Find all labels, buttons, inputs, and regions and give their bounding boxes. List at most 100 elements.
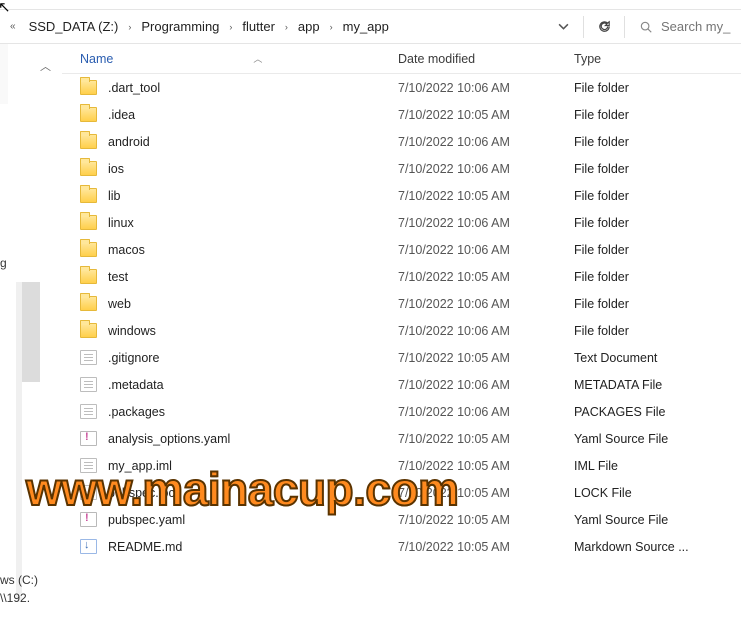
- file-row[interactable]: .gitignore7/10/2022 10:05 AMText Documen…: [80, 344, 741, 371]
- folder-icon: [80, 215, 97, 230]
- file-type: PACKAGES File: [574, 405, 734, 419]
- folder-icon: [80, 134, 97, 149]
- folder-icon: [80, 323, 97, 338]
- file-row[interactable]: windows 7/10/2022 10:06 AMFile folder: [80, 317, 741, 344]
- file-date: 7/10/2022 10:06 AM: [398, 405, 574, 419]
- file-type: File folder: [574, 216, 734, 230]
- file-date: 7/10/2022 10:05 AM: [398, 108, 574, 122]
- column-header-type[interactable]: Type: [574, 52, 734, 66]
- file-row[interactable]: analysis_options.yaml 7/10/2022 10:05 AMY…: [80, 425, 741, 452]
- search-icon: [639, 20, 653, 34]
- file-type: File folder: [574, 108, 734, 122]
- file-row[interactable]: .metadata7/10/2022 10:06 AMMETADATA File: [80, 371, 741, 398]
- lock-file-icon: [80, 485, 97, 500]
- file-date: 7/10/2022 10:05 AM: [398, 270, 574, 284]
- file-date: 7/10/2022 10:05 AM: [398, 432, 574, 446]
- nav-sliver: [0, 44, 8, 104]
- collapse-icon[interactable]: ︿: [40, 58, 51, 74]
- sort-indicator-icon: ︿: [253, 52, 262, 65]
- folder-icon: [80, 269, 97, 284]
- search-input[interactable]: [661, 19, 731, 34]
- file-row[interactable]: .dart_tool7/10/2022 10:06 AMFile folder: [80, 74, 741, 101]
- separator: [624, 16, 625, 38]
- file-row[interactable]: linux7/10/2022 10:06 AMFile folder: [80, 209, 741, 236]
- file-type: File folder: [574, 81, 734, 95]
- file-name: ios: [108, 162, 124, 176]
- nav-drive-fragment[interactable]: ws (C:): [0, 573, 38, 587]
- file-type: Markdown Source ...: [574, 540, 734, 554]
- breadcrumb-item[interactable]: flutter: [238, 15, 279, 38]
- column-header-name[interactable]: Name ︿: [80, 52, 398, 66]
- file-name: test: [108, 270, 128, 284]
- file-type: File folder: [574, 324, 734, 338]
- file-type: Yaml Source File: [574, 432, 734, 446]
- text-file-icon: [80, 377, 97, 392]
- file-name: android: [108, 135, 150, 149]
- breadcrumb-item[interactable]: my_app: [339, 15, 393, 38]
- file-row[interactable]: .packages7/10/2022 10:06 AMPACKAGES File: [80, 398, 741, 425]
- file-row[interactable]: macos7/10/2022 10:06 AMFile folder: [80, 236, 741, 263]
- address-dropdown-button[interactable]: [549, 13, 577, 41]
- file-date: 7/10/2022 10:05 AM: [398, 540, 574, 554]
- file-date: 7/10/2022 10:05 AM: [398, 189, 574, 203]
- file-name: .metadata: [108, 378, 164, 392]
- column-headers: Name ︿ Date modified Type: [62, 44, 741, 74]
- text-file-icon: [80, 350, 97, 365]
- file-date: 7/10/2022 10:06 AM: [398, 216, 574, 230]
- breadcrumb-item[interactable]: app: [294, 15, 324, 38]
- folder-icon: [80, 296, 97, 311]
- file-row[interactable]: ios 7/10/2022 10:06 AMFile folder: [80, 155, 741, 182]
- nav-sliver: [22, 282, 40, 382]
- file-name: analysis_options.yaml: [108, 432, 230, 446]
- column-name-label: Name: [80, 52, 113, 66]
- file-type: File folder: [574, 270, 734, 284]
- folder-icon: [80, 188, 97, 203]
- chevron-right-icon: ›: [223, 22, 238, 32]
- file-row[interactable]: lib 7/10/2022 10:05 AMFile folder: [80, 182, 741, 209]
- file-row[interactable]: .idea7/10/2022 10:05 AMFile folder: [80, 101, 741, 128]
- file-date: 7/10/2022 10:06 AM: [398, 81, 574, 95]
- refresh-button[interactable]: [590, 13, 618, 41]
- column-header-date[interactable]: Date modified: [398, 52, 574, 66]
- file-row[interactable]: README.md 7/10/2022 10:05 AMMarkdown Sour…: [80, 533, 741, 560]
- file-date: 7/10/2022 10:06 AM: [398, 243, 574, 257]
- folder-icon: [80, 161, 97, 176]
- file-row[interactable]: pubspec.yaml7/10/2022 10:05 AMYaml Sourc…: [80, 506, 741, 533]
- file-name: windows: [108, 324, 156, 338]
- file-type: File folder: [574, 189, 734, 203]
- file-name: my_app.iml: [108, 459, 172, 473]
- chevron-right-icon: ›: [279, 22, 294, 32]
- chevron-down-icon: [558, 21, 569, 32]
- file-name: lib: [108, 189, 121, 203]
- markdown-file-icon: [80, 539, 97, 554]
- address-toolbar: « SSD_DATA (Z:)›Programming›flutter›app›…: [0, 10, 741, 44]
- refresh-icon: [597, 19, 612, 34]
- nav-pane-fragment: ︿ g ws (C:) \\192.: [0, 44, 60, 621]
- file-date: 7/10/2022 10:06 AM: [398, 162, 574, 176]
- chevron-right-icon: ›: [324, 22, 339, 32]
- text-file-icon: [80, 404, 97, 419]
- search-box[interactable]: [631, 19, 741, 34]
- file-row[interactable]: pubspec.lock7/10/2022 10:05 AMLOCK File: [80, 479, 741, 506]
- breadcrumb: SSD_DATA (Z:)›Programming›flutter›app›my…: [25, 15, 546, 38]
- folder-icon: [80, 107, 97, 122]
- file-type: File folder: [574, 162, 734, 176]
- file-name: .gitignore: [108, 351, 159, 365]
- file-list: .dart_tool7/10/2022 10:06 AMFile folder.…: [62, 74, 741, 560]
- breadcrumb-item[interactable]: SSD_DATA (Z:): [25, 15, 123, 38]
- file-row[interactable]: android7/10/2022 10:06 AMFile folder: [80, 128, 741, 155]
- file-row[interactable]: my_app.iml7/10/2022 10:05 AMIML File: [80, 452, 741, 479]
- file-date: 7/10/2022 10:06 AM: [398, 324, 574, 338]
- file-row[interactable]: web7/10/2022 10:06 AMFile folder: [80, 290, 741, 317]
- breadcrumb-overflow-icon[interactable]: «: [4, 21, 22, 32]
- file-type: File folder: [574, 297, 734, 311]
- ribbon-edge: [0, 0, 741, 10]
- file-row[interactable]: test 7/10/2022 10:05 AMFile folder: [80, 263, 741, 290]
- folder-icon: [80, 242, 97, 257]
- breadcrumb-item[interactable]: Programming: [137, 15, 223, 38]
- nav-text-fragment: g: [0, 256, 7, 270]
- file-date: 7/10/2022 10:05 AM: [398, 459, 574, 473]
- file-name: README.md: [108, 540, 182, 554]
- nav-path-fragment[interactable]: \\192.: [0, 591, 30, 605]
- file-date: 7/10/2022 10:05 AM: [398, 513, 574, 527]
